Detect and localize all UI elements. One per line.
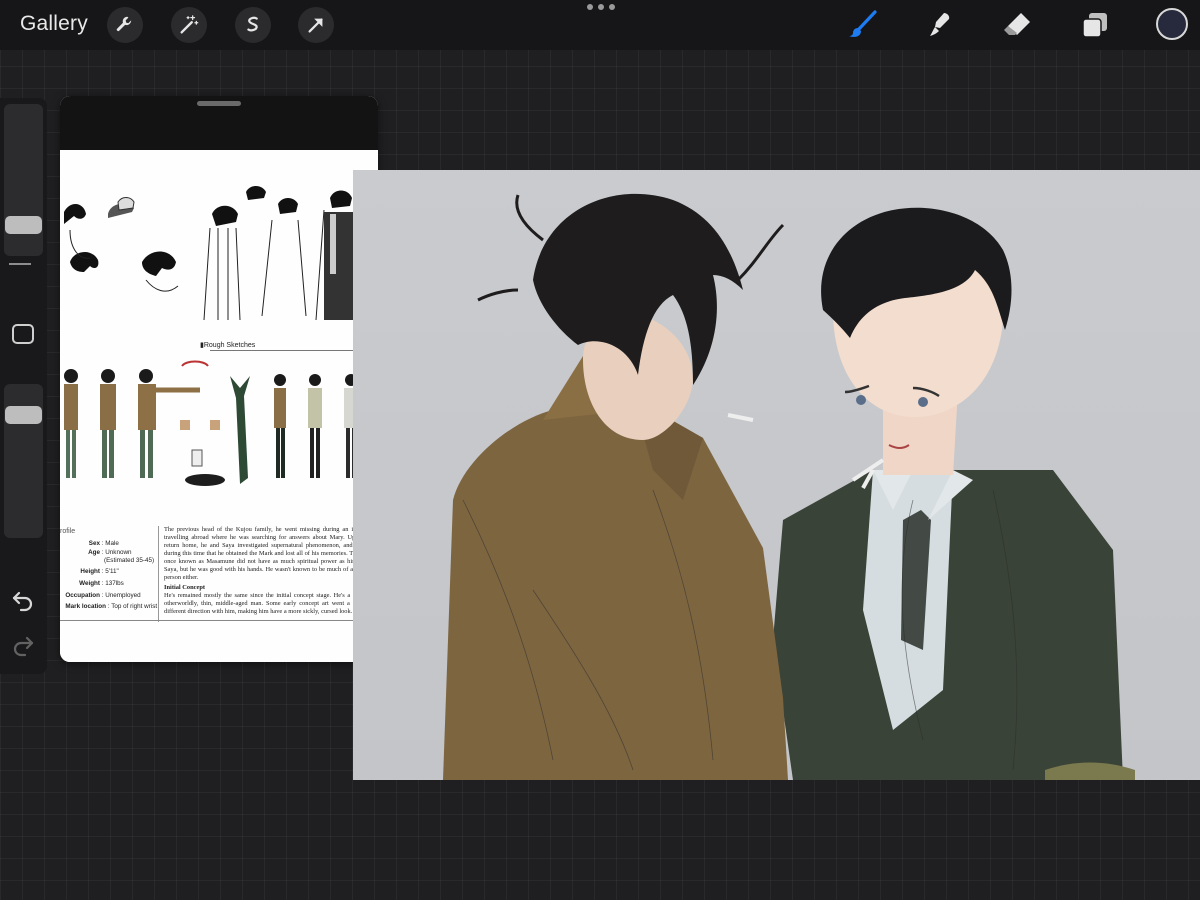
field-value: Top of right wrist [111, 603, 158, 610]
field-key: Weight [79, 580, 100, 587]
more-menu-handle[interactable] [587, 4, 615, 10]
transform-button[interactable] [298, 7, 334, 43]
actions-button[interactable] [107, 7, 143, 43]
field-value: 5'11" [105, 568, 119, 575]
smudge-icon [930, 13, 950, 36]
redo-icon[interactable] [10, 632, 36, 658]
field-key: Occupation [65, 592, 100, 599]
field-key: Mark location [65, 603, 106, 610]
layers-icon [1082, 13, 1107, 38]
reference-window[interactable]: ▮Rough Sketches rofile Sex : Male Age : … [60, 96, 378, 662]
profile-bio: The previous head of the Kujou family, h… [164, 526, 372, 581]
concept-text: He's remained mostly the same since the … [164, 592, 372, 615]
sheet-caption: ▮Rough Sketches [200, 342, 256, 349]
profile-title: rofile [60, 528, 76, 535]
field-key: Sex [88, 540, 100, 547]
color-swatch-button[interactable] [1156, 8, 1188, 40]
concept-heading: Initial Concept [164, 584, 206, 591]
brush-size-thumb[interactable] [5, 216, 42, 234]
profile-row: Occupation : Unemployed [60, 592, 156, 600]
sketch-figures [64, 186, 361, 486]
profile-row: Mark location : Top of right wrist [60, 603, 164, 611]
profile-row: Height : 5'11" [60, 568, 156, 576]
page-rule [60, 620, 378, 621]
artwork [353, 170, 1200, 780]
eraser-icon [1004, 13, 1030, 35]
profile-row: Sex : Male [60, 540, 156, 548]
adjustments-button[interactable] [171, 7, 207, 43]
magic-wand-icon [180, 15, 199, 34]
slider-divider [9, 263, 31, 265]
reference-image: ▮Rough Sketches rofile Sex : Male Age : … [60, 150, 378, 662]
selection-icon [247, 16, 258, 32]
field-value: Unemployed [105, 592, 141, 599]
reference-drag-handle[interactable] [197, 101, 241, 106]
field-key: Height [80, 568, 100, 575]
field-value: Unknown [105, 549, 132, 556]
undo-icon[interactable] [10, 587, 36, 613]
wrench-icon [116, 16, 132, 32]
profile-row: Weight : 137lbs [60, 580, 156, 588]
brush-tool-button[interactable] [845, 8, 879, 42]
sheet-caption-text: Rough Sketches [203, 342, 256, 349]
field-value: Male [105, 540, 119, 547]
profile-bio-column: The previous head of the Kujou family, h… [164, 526, 372, 616]
top-toolbar: Gallery [0, 0, 1200, 50]
reference-header [60, 96, 378, 150]
profile-row: Age : Unknown [60, 549, 156, 557]
brush-icon [849, 10, 877, 37]
gallery-button[interactable]: Gallery [20, 12, 88, 36]
drawing-canvas[interactable] [353, 170, 1200, 780]
opacity-slider[interactable] [4, 384, 43, 538]
layers-button[interactable] [1078, 8, 1112, 42]
brush-size-slider[interactable] [4, 104, 43, 256]
sheet-rule [210, 350, 372, 351]
selection-button[interactable] [235, 7, 271, 43]
eraser-tool-button[interactable] [1000, 8, 1034, 42]
field-value: (Estimated 35-45) [104, 557, 155, 564]
opacity-thumb[interactable] [5, 406, 42, 424]
field-key: Age [88, 549, 100, 556]
profile-divider [158, 526, 159, 622]
smudge-tool-button[interactable] [923, 8, 957, 42]
transform-arrow-icon [308, 18, 323, 33]
modifier-square-button[interactable] [12, 324, 34, 344]
sidebar [0, 98, 47, 674]
field-value: 137lbs [105, 580, 124, 587]
